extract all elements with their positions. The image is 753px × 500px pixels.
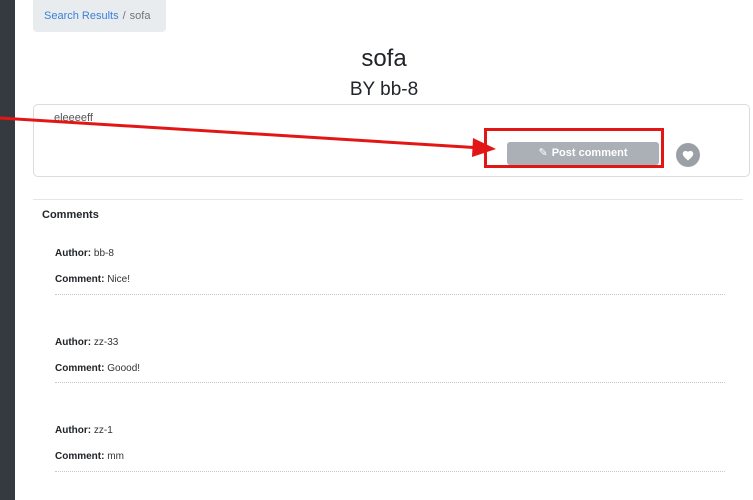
- comment-author: bb-8: [93, 248, 114, 259]
- breadcrumb-current: sofa: [129, 10, 151, 22]
- comment-author: zz-33: [93, 337, 119, 348]
- author-label: Author:: [55, 425, 92, 436]
- comment-divider: [55, 471, 725, 472]
- author-label: Author:: [55, 248, 92, 259]
- main-content: Search Results / sofa sofa BY bb-8 eleeeef…: [15, 0, 753, 500]
- left-sidebar-rail: [0, 0, 15, 500]
- post-card: eleeeeff ✎ Post comment: [33, 104, 750, 177]
- comment-item: Author: zz-1 Comment: mm: [55, 420, 725, 472]
- comment-text: Nice!: [107, 274, 131, 285]
- post-comment-button[interactable]: ✎ Post comment: [507, 142, 659, 165]
- comment-label: Comment:: [55, 363, 105, 374]
- like-button[interactable]: [676, 143, 700, 167]
- post-title: sofa: [361, 45, 407, 72]
- heart-icon: [682, 150, 694, 160]
- post-byline: BY bb-8: [349, 79, 419, 100]
- post-body: eleeeeff: [54, 112, 93, 124]
- comment-text: mm: [107, 451, 124, 462]
- comment-label: Comment:: [55, 451, 105, 462]
- comment-item: Author: zz-33 Comment: Goood!: [55, 332, 725, 383]
- breadcrumb-separator: /: [122, 10, 126, 22]
- author-label: Author:: [55, 337, 92, 348]
- comment-label: Comment:: [55, 274, 105, 285]
- comment-text: Goood!: [107, 363, 141, 374]
- comment-divider: [55, 382, 725, 383]
- pencil-icon: ✎: [538, 147, 548, 159]
- comment-item: Author: bb-8 Comment: Nice!: [55, 243, 725, 295]
- section-divider: [33, 199, 743, 200]
- breadcrumb-link-search-results[interactable]: Search Results: [44, 10, 119, 22]
- comment-author: zz-1: [93, 425, 113, 436]
- comments-heading: Comments: [42, 209, 99, 221]
- post-comment-label: Post comment: [551, 147, 628, 159]
- breadcrumb: Search Results / sofa: [33, 0, 166, 32]
- comment-divider: [55, 294, 725, 295]
